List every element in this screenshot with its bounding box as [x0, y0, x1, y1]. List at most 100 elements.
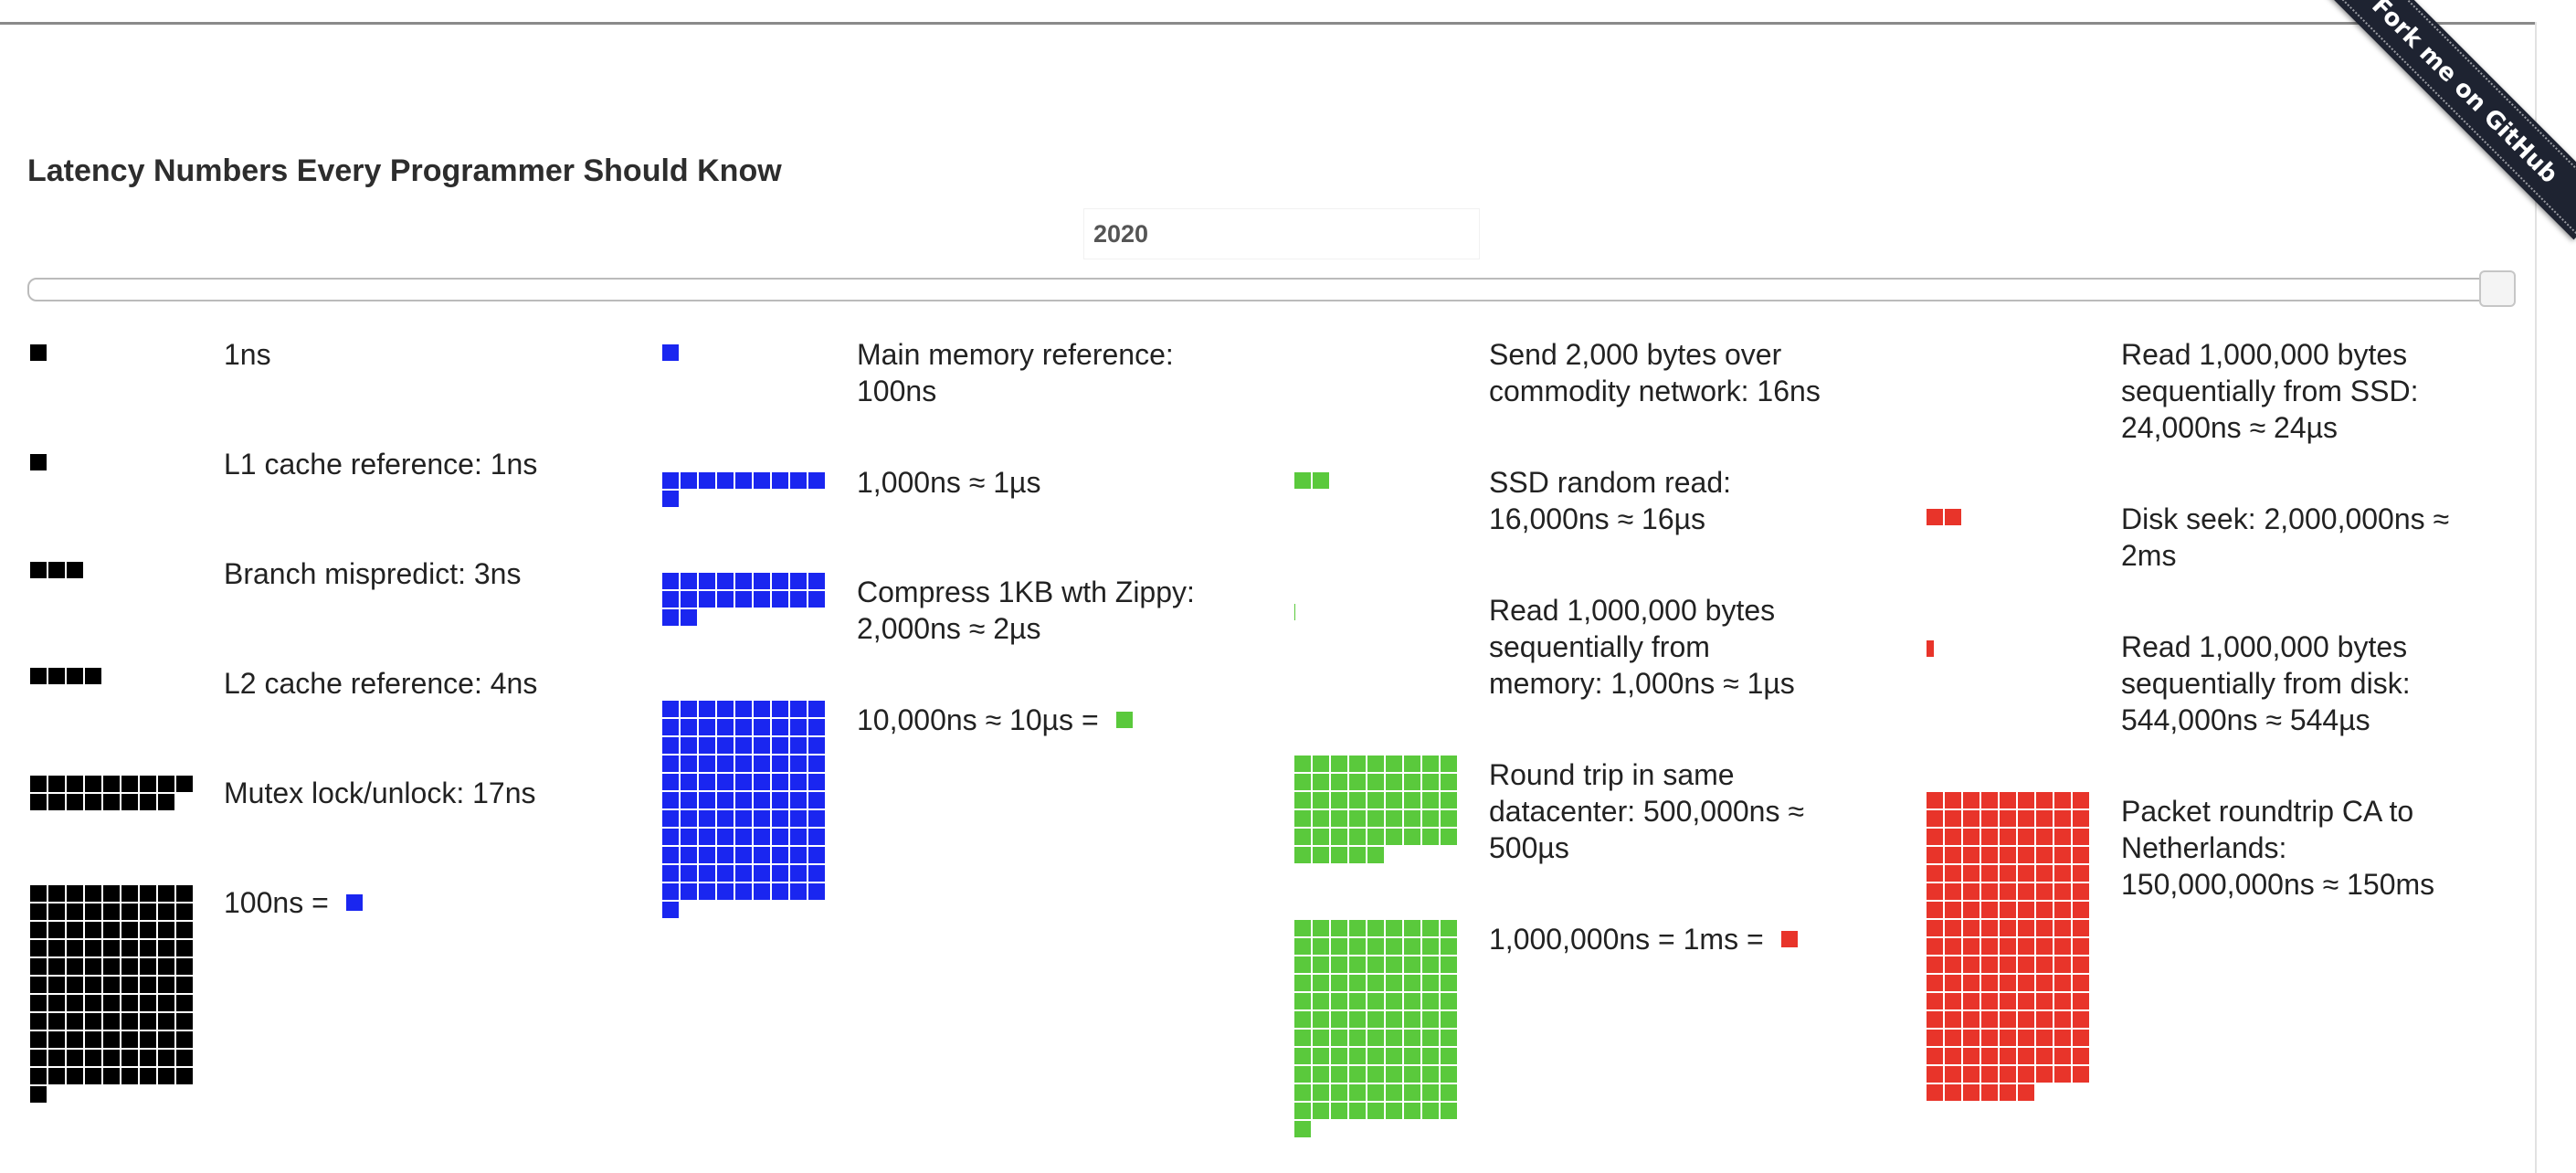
latency-square — [1385, 1047, 1403, 1065]
latency-square — [29, 561, 48, 579]
latency-square — [661, 490, 680, 508]
latency-square — [1385, 1065, 1403, 1083]
latency-square — [1385, 791, 1403, 809]
ten-us-label: 10,000ns ≈ 10µs = — [857, 702, 1133, 738]
latency-square-partial — [1293, 603, 1296, 621]
latency-square — [1962, 974, 1980, 992]
latency-square — [1421, 974, 1440, 992]
latency-square — [1944, 1083, 1962, 1102]
latency-square — [1385, 1029, 1403, 1047]
latency-square — [48, 921, 66, 939]
latency-square — [2053, 974, 2072, 992]
latency-square — [1330, 1047, 1348, 1065]
latency-square — [661, 590, 680, 608]
latency-square — [102, 976, 121, 994]
year-slider-handle[interactable] — [2479, 270, 2516, 307]
latency-square — [680, 828, 698, 846]
latency-square — [753, 882, 771, 901]
latency-square — [2053, 1029, 2072, 1047]
compress-label: Compress 1KB wth Zippy: 2,000ns ≈ 2µs — [857, 574, 1195, 647]
latency-square — [1421, 1047, 1440, 1065]
latency-square — [121, 994, 139, 1012]
latency-square — [1293, 755, 1312, 773]
latency-square — [716, 718, 734, 736]
latency-square — [121, 957, 139, 976]
latency-square — [1330, 1065, 1348, 1083]
latency-square — [29, 1085, 48, 1104]
latency-square — [1367, 1083, 1385, 1102]
latency-square — [2035, 974, 2053, 992]
latency-square — [157, 884, 175, 903]
latency-square — [1312, 755, 1330, 773]
latency-square — [175, 957, 194, 976]
latency-square — [1385, 1010, 1403, 1029]
latency-square — [1440, 1029, 1458, 1047]
latency-square — [1348, 1047, 1367, 1065]
latency-square — [102, 994, 121, 1012]
latency-square — [29, 939, 48, 957]
latency-square — [139, 976, 157, 994]
latency-square — [1367, 846, 1385, 864]
latency-square — [716, 471, 734, 490]
latency-square — [1926, 956, 1944, 974]
latency-square — [1440, 937, 1458, 956]
latency-square — [2017, 864, 2035, 882]
latency-square — [1293, 1102, 1312, 1120]
latency-square — [753, 809, 771, 828]
latency-square — [121, 1012, 139, 1030]
ten-us-grid — [661, 700, 842, 919]
latency-square — [1293, 1065, 1312, 1083]
latency-square — [734, 846, 753, 864]
latency-square — [66, 903, 84, 921]
latency-square — [2053, 882, 2072, 901]
latency-square — [753, 590, 771, 608]
latency-square — [771, 773, 789, 791]
latency-square — [2072, 956, 2090, 974]
latency-square — [2035, 901, 2053, 919]
latency-square — [1999, 937, 2017, 956]
latency-square — [1293, 846, 1312, 864]
latency-square — [1926, 828, 1944, 846]
latency-square — [175, 884, 194, 903]
latency-square — [1440, 1102, 1458, 1120]
latency-square — [1403, 992, 1421, 1010]
latency-square — [1440, 992, 1458, 1010]
latency-square — [66, 561, 84, 579]
latency-square — [716, 809, 734, 828]
network-label: Send 2,000 bytes over commodity network: … — [1489, 336, 1821, 409]
latency-square — [716, 773, 734, 791]
red-square-icon — [1780, 931, 1798, 947]
latency-square — [1385, 809, 1403, 828]
latency-square — [175, 1049, 194, 1067]
latency-square — [1385, 1102, 1403, 1120]
latency-square — [1293, 956, 1312, 974]
latency-square — [1348, 809, 1367, 828]
latency-square — [753, 736, 771, 755]
latency-square — [1330, 773, 1348, 791]
latency-square — [84, 667, 102, 685]
l2-cache-label: L2 cache reference: 4ns — [224, 667, 538, 700]
year-slider-track[interactable] — [27, 278, 2514, 301]
latency-square — [1440, 1065, 1458, 1083]
latency-square — [48, 939, 66, 957]
latency-square — [661, 572, 680, 590]
latency-square — [2053, 901, 2072, 919]
one-ns-grid — [29, 343, 210, 362]
read-ssd-label: Read 1,000,000 bytes sequentially from SS… — [2121, 336, 2418, 446]
latency-square — [1293, 773, 1312, 791]
fork-me-on-github-ribbon[interactable]: Fork me on GitHub — [2320, 0, 2576, 240]
latency-square — [2053, 846, 2072, 864]
latency-square — [1999, 1010, 2017, 1029]
latency-square — [734, 572, 753, 590]
latency-square — [175, 1012, 194, 1030]
latency-square — [84, 775, 102, 793]
latency-square — [1293, 992, 1312, 1010]
latency-square — [1944, 1047, 1962, 1065]
latency-square — [2035, 1047, 2053, 1065]
latency-square — [2017, 828, 2035, 846]
latency-square — [1367, 919, 1385, 937]
latency-square — [1999, 992, 2017, 1010]
latency-square — [1926, 809, 1944, 828]
latency-square — [2035, 956, 2053, 974]
main-memory-line1: Main memory reference: — [857, 338, 1174, 371]
